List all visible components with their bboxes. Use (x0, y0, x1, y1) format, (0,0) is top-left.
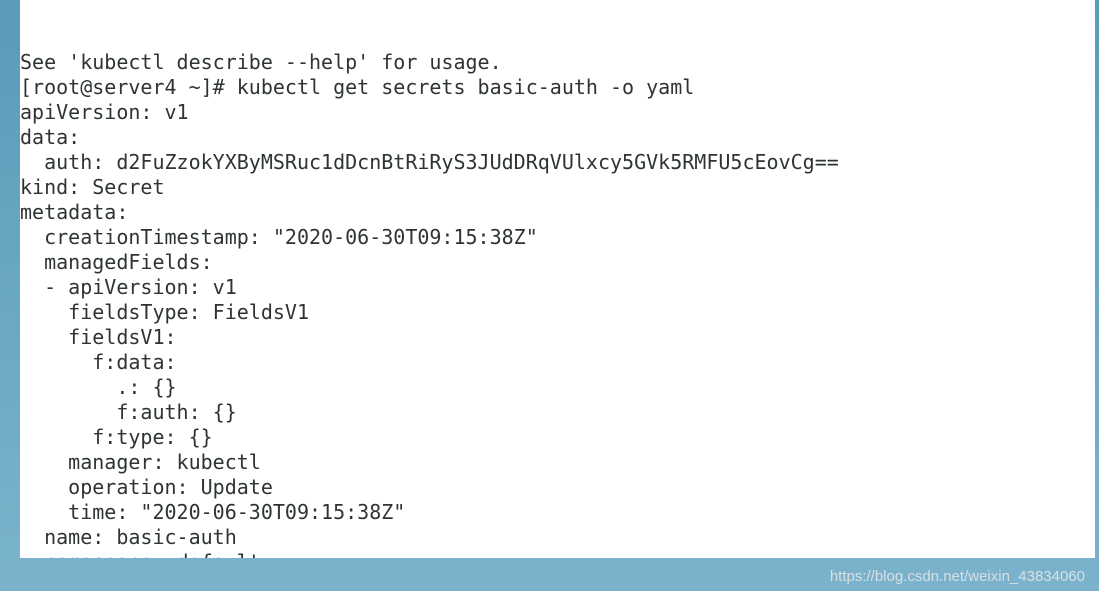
line-13: .: {} (20, 375, 177, 399)
line-0: See 'kubectl describe --help' for usage. (20, 50, 502, 74)
line-15: f:type: {} (20, 425, 213, 449)
line-20: namespace: default (20, 550, 261, 558)
line-17: operation: Update (20, 475, 273, 499)
line-1: [root@server4 ~]# kubectl get secrets ba… (20, 75, 694, 99)
terminal-output: See 'kubectl describe --help' for usage.… (20, 50, 1095, 558)
terminal-window[interactable]: See 'kubectl describe --help' for usage.… (20, 0, 1095, 558)
line-9: - apiVersion: v1 (20, 275, 237, 299)
line-3: data: (20, 125, 80, 149)
line-7: creationTimestamp: "2020-06-30T09:15:38Z… (20, 225, 538, 249)
line-8: managedFields: (20, 250, 213, 274)
line-16: manager: kubectl (20, 450, 261, 474)
line-11: fieldsV1: (20, 325, 177, 349)
line-6: metadata: (20, 200, 128, 224)
line-12: f:data: (20, 350, 177, 374)
line-5: kind: Secret (20, 175, 165, 199)
line-4: auth: d2FuZzokYXByMSRuc1dDcnBtRiRyS3JUdD… (20, 150, 839, 174)
watermark-text: https://blog.csdn.net/weixin_43834060 (830, 568, 1085, 585)
line-10: fieldsType: FieldsV1 (20, 300, 309, 324)
line-18: time: "2020-06-30T09:15:38Z" (20, 500, 405, 524)
line-2: apiVersion: v1 (20, 100, 189, 124)
line-14: f:auth: {} (20, 400, 237, 424)
line-19: name: basic-auth (20, 525, 237, 549)
